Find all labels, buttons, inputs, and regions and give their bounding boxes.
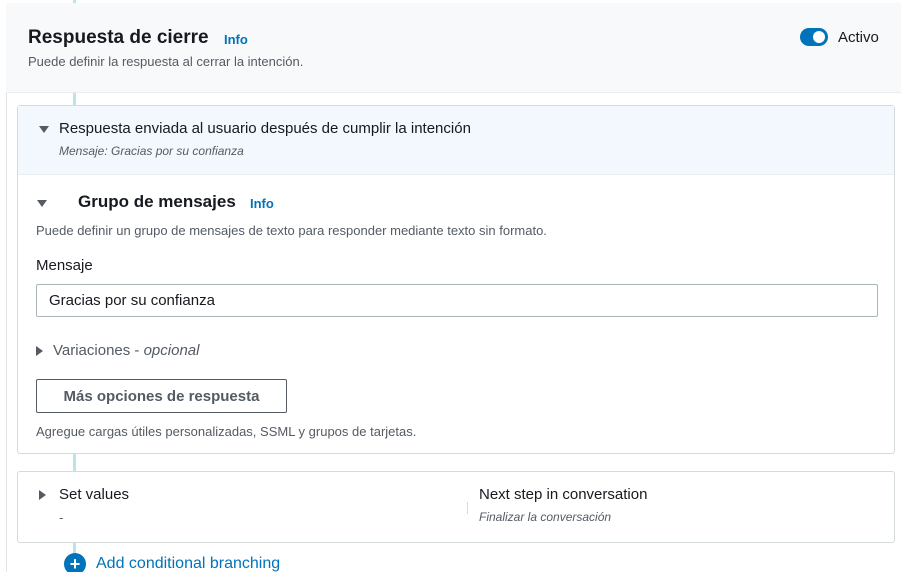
set-values-caret-icon[interactable] <box>39 490 46 500</box>
message-label: Mensaje <box>36 257 93 274</box>
response-section-title: Respuesta enviada al usuario después de … <box>59 120 471 137</box>
set-values-value: - <box>59 510 64 525</box>
header-description: Puede definir la respuesta al cerrar la … <box>28 54 304 69</box>
next-step-value: Finalizar la conversación <box>479 510 612 524</box>
response-section-subtitle: Mensaje: Gracias por su confianza <box>59 144 244 158</box>
flow-connector-1 <box>73 93 76 105</box>
toggle-knob <box>813 31 825 43</box>
message-group-caret-icon[interactable] <box>37 200 47 207</box>
variations-label-text: Variaciones - <box>53 342 144 359</box>
panel-header: Respuesta de cierre Info Puede definir l… <box>6 3 901 93</box>
caret-down-icon <box>39 126 49 133</box>
next-step-title: Next step in conversation <box>479 486 648 503</box>
column-divider <box>467 502 468 514</box>
add-conditional-branching-link[interactable]: + Add conditional branching <box>64 553 280 572</box>
more-options-help-text: Agregue cargas útiles personalizadas, SS… <box>36 424 417 439</box>
plus-circle-icon: + <box>64 553 86 572</box>
message-group-description: Puede definir un grupo de mensajes de te… <box>36 223 547 238</box>
message-group-info-link[interactable]: Info <box>250 196 274 211</box>
variations-optional-text: opcional <box>143 342 200 359</box>
response-section-header[interactable]: Respuesta enviada al usuario después de … <box>18 106 894 175</box>
message-input[interactable] <box>36 284 878 317</box>
active-toggle[interactable] <box>800 28 828 46</box>
message-group-title: Grupo de mensajes <box>78 192 236 211</box>
set-values-card: Set values - Next step in conversation F… <box>17 471 895 543</box>
active-toggle-group: Activo <box>800 28 879 46</box>
flow-connector-2 <box>73 454 76 471</box>
variations-label: Variaciones - opcional <box>53 342 199 359</box>
caret-right-icon <box>36 345 43 356</box>
set-values-title[interactable]: Set values <box>59 486 129 503</box>
page-title: Respuesta de cierre <box>28 27 209 48</box>
more-response-options-button[interactable]: Más opciones de respuesta <box>36 379 287 413</box>
active-toggle-label: Activo <box>838 28 879 46</box>
title-info-link[interactable]: Info <box>224 32 248 47</box>
add-branching-label: Add conditional branching <box>96 555 281 572</box>
variations-expander[interactable]: Variaciones - opcional <box>36 342 199 359</box>
response-card: Respuesta enviada al usuario después de … <box>17 105 895 454</box>
